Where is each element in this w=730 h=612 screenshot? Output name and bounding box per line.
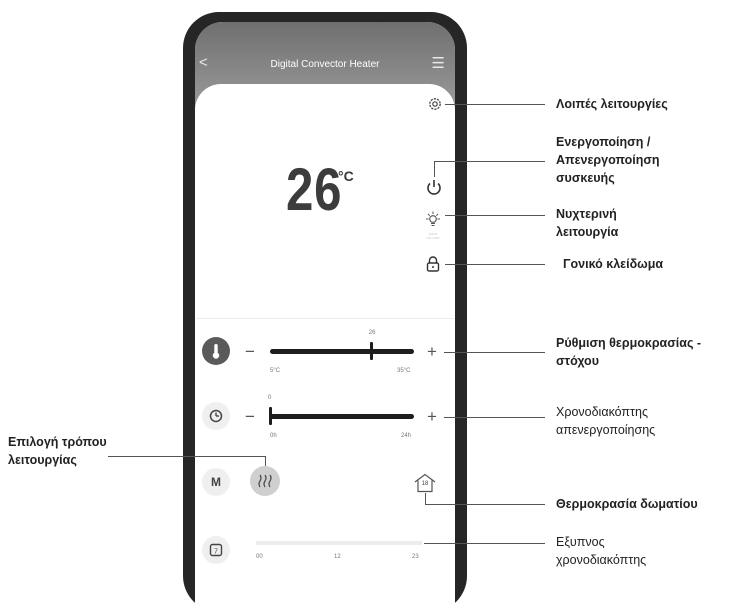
- divider: [196, 318, 454, 319]
- timer-slider-track[interactable]: [270, 414, 414, 419]
- annotation-timer-line2: απενεργοποίησης: [556, 423, 656, 437]
- annotation-smart-line1: Εξυπνος: [556, 535, 605, 549]
- leader-timer: [444, 417, 545, 418]
- power-icon[interactable]: [425, 178, 443, 196]
- leader-lock: [445, 264, 545, 265]
- annotation-parental-lock: Γονικό κλείδωμα: [563, 257, 664, 271]
- timer-slider-value: 0: [268, 395, 272, 401]
- light-label-line2: ON / OFF: [426, 236, 440, 240]
- room-temperature-value: 18: [421, 481, 429, 487]
- annotation-target-line1: Ρύθμιση θερμοκρασίας -: [556, 336, 702, 350]
- timer-button[interactable]: [202, 402, 230, 430]
- annotation-mode: Επιλογή τρόπου λειτουργίας: [8, 433, 107, 469]
- leader-power-vertical: [434, 161, 435, 177]
- schedule-tick-start: 00: [256, 554, 263, 560]
- annotation-mode-line2: λειτουργίας: [8, 453, 77, 467]
- annotation-target: Ρύθμιση θερμοκρασίας - στόχου: [556, 334, 701, 370]
- schedule-tick-mid: 12: [334, 554, 341, 560]
- temperature-slider-value: 26: [368, 330, 376, 336]
- heat-mode-button[interactable]: [250, 466, 280, 496]
- leader-night: [445, 215, 545, 216]
- annotation-smart-line2: χρονοδιακόπτης: [556, 553, 647, 567]
- annotation-mode-line1: Επιλογή τρόπου: [8, 435, 107, 449]
- temperature-slider-track[interactable]: [270, 349, 414, 354]
- calendar-icon: 7: [209, 543, 223, 557]
- smart-timer-button[interactable]: 7: [202, 536, 230, 564]
- timer-plus-button[interactable]: +: [427, 408, 437, 425]
- schedule-bar[interactable]: [256, 541, 422, 545]
- leader-mode: [108, 456, 265, 457]
- temperature-unit: °C: [338, 168, 354, 184]
- gear-icon[interactable]: [427, 96, 443, 112]
- timer-min-label: 0h: [270, 433, 277, 439]
- schedule-tick-end: 23: [412, 554, 419, 560]
- annotation-power-line3: συσκευής: [556, 171, 615, 185]
- temperature-max-label: 35°C: [397, 368, 411, 374]
- svg-text:7: 7: [214, 549, 218, 556]
- lock-icon[interactable]: [425, 255, 441, 273]
- leader-room: [425, 504, 545, 505]
- annotation-power: Ενεργοποίηση / Απενεργοποίηση συσκευής: [556, 133, 660, 187]
- clock-icon: [209, 409, 223, 423]
- annotation-power-line1: Ενεργοποίηση /: [556, 135, 651, 149]
- annotation-night: Νυχτερινή λειτουργία: [556, 205, 618, 241]
- annotation-smart-timer: Εξυπνος χρονοδιακόπτης: [556, 533, 646, 569]
- timer-slider-handle[interactable]: [269, 407, 272, 425]
- heat-waves-icon: [258, 474, 272, 488]
- thermometer-icon: [212, 344, 220, 359]
- thermometer-button[interactable]: [202, 337, 230, 365]
- leader-room-vertical: [425, 493, 426, 504]
- annotation-room-temperature: Θερμοκρασία δωματίου: [556, 497, 698, 511]
- leader-target: [444, 352, 545, 353]
- timer-max-label: 24h: [401, 433, 412, 439]
- temperature-slider-handle[interactable]: [369, 342, 373, 360]
- app-screen: < Digital Convector Heater ☰: [195, 22, 455, 612]
- annotation-more-functions: Λοιπές λειτουργίες: [556, 97, 668, 111]
- leader-power: [434, 161, 545, 162]
- annotation-power-line2: Απενεργοποίηση: [556, 153, 660, 167]
- current-temperature: 26: [286, 156, 343, 223]
- temperature-minus-button[interactable]: −: [245, 343, 255, 360]
- annotation-timer: Χρονοδιακόπτης απενεργοποίησης: [556, 403, 655, 439]
- timer-minus-button[interactable]: −: [245, 408, 255, 425]
- app-title: Digital Convector Heater: [270, 59, 380, 70]
- leader-more-functions: [445, 104, 545, 105]
- temperature-min-label: 5°C: [270, 368, 281, 374]
- menu-icon[interactable]: ☰: [432, 56, 445, 71]
- annotation-timer-line1: Χρονοδιακόπτης: [556, 405, 648, 419]
- leader-mode-vertical: [265, 456, 266, 466]
- annotation-night-line1: Νυχτερινή: [556, 207, 617, 221]
- temperature-plus-button[interactable]: +: [427, 343, 437, 360]
- annotation-target-line2: στόχου: [556, 354, 599, 368]
- annotation-night-line2: λειτουργία: [556, 225, 619, 239]
- light-bulb-icon[interactable]: [424, 210, 442, 228]
- leader-smart: [424, 543, 545, 544]
- mode-button[interactable]: M: [202, 468, 230, 496]
- light-label: LIGHT ON / OFF: [418, 232, 448, 240]
